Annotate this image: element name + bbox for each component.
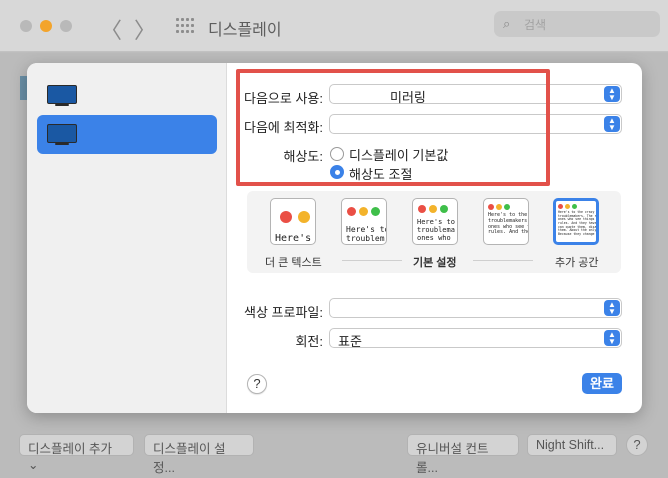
green-dot xyxy=(504,204,510,210)
red-dot xyxy=(347,207,356,216)
universal-control-button[interactable]: 유니버설 컨트롤... xyxy=(407,434,519,475)
popup-chevrons-icon: ▲ ▼ xyxy=(604,330,620,346)
scale-option-4[interactable]: Here's to the cr troublemakers. ones who… xyxy=(483,198,529,245)
scale-divider xyxy=(473,260,533,261)
help-button[interactable]: ? xyxy=(247,374,267,394)
rotation-label: 회전: xyxy=(295,334,323,349)
scale-preview-text: Here's xyxy=(275,233,312,244)
yellow-dot xyxy=(565,204,570,209)
forward-button[interactable]: 〉 xyxy=(134,13,156,45)
scale-label-more-space: 추가 공간 xyxy=(555,257,599,269)
scale-option-larger-text[interactable]: Here's xyxy=(270,198,316,245)
popup-chevrons-icon: ▲ ▼ xyxy=(604,300,620,316)
display-stand xyxy=(55,104,69,106)
scale-preview-text: Here's to the crazy ones troublemakers. … xyxy=(558,210,599,237)
done-button[interactable]: 완료 xyxy=(582,373,622,394)
window-title: 디스플레이 xyxy=(208,22,282,39)
back-button[interactable]: 〈 xyxy=(100,13,122,45)
scale-divider xyxy=(342,260,402,261)
add-display-button[interactable]: 디스플레이 추가 ⌄ xyxy=(19,434,134,472)
rotation-popup[interactable]: 표준 ▲ ▼ xyxy=(329,328,622,349)
display-stand xyxy=(55,143,69,145)
green-dot xyxy=(371,207,380,216)
close-button[interactable] xyxy=(20,20,32,32)
green-dot xyxy=(572,204,577,209)
yellow-dot xyxy=(298,211,310,223)
display-sidebar xyxy=(27,63,227,413)
show-all-grid-icon[interactable] xyxy=(176,18,194,34)
scale-option-2[interactable]: Here's to troublem xyxy=(341,198,387,245)
red-dot xyxy=(418,205,426,213)
scale-label-default: 기본 설정 xyxy=(413,257,457,269)
night-shift-button[interactable]: Night Shift... xyxy=(527,434,617,456)
green-dot xyxy=(440,205,448,213)
search-icon: ⌕ xyxy=(503,16,511,31)
yellow-dot xyxy=(429,205,437,213)
display-list-item-1[interactable] xyxy=(47,85,77,107)
scale-option-more-space-selected[interactable]: Here's to the crazy ones troublemakers. … xyxy=(553,198,599,245)
display-icon xyxy=(47,124,77,146)
minimize-button[interactable] xyxy=(40,20,52,32)
help-button-background[interactable]: ? xyxy=(626,434,648,456)
scale-preview-text: Here's to t troublema ones who xyxy=(417,218,455,243)
display-settings-sheet: 다음으로 사용: 미러링 ▲ ▼ 다음에 최적화: ▲ ▼ 해상도: 디스플레이 기… xyxy=(27,63,642,413)
display-list-item-2-selected[interactable] xyxy=(37,115,217,154)
scale-selector: Here's Here's to troublem Here's to t tr… xyxy=(247,191,621,273)
scale-preview-text: Here's to the cr troublemakers. ones who… xyxy=(488,212,529,236)
scale-preview-text: Here's to troublem xyxy=(346,225,386,244)
search-placeholder: 검색 xyxy=(524,18,547,32)
display-screen xyxy=(47,124,77,143)
highlight-annotation-box xyxy=(236,69,550,186)
window-titlebar: 〈 〉 디스플레이 ⌕ 검색 xyxy=(0,0,668,52)
red-dot xyxy=(558,204,563,209)
zoom-button[interactable] xyxy=(60,20,72,32)
rotation-value: 표준 xyxy=(338,334,362,349)
yellow-dot xyxy=(359,207,368,216)
popup-chevrons-icon: ▲ ▼ xyxy=(604,86,620,102)
red-dot xyxy=(280,211,292,223)
search-field[interactable]: ⌕ 검색 xyxy=(494,11,660,37)
display-icon xyxy=(47,85,77,104)
scale-label-larger-text: 더 큰 텍스트 xyxy=(265,257,322,269)
red-dot xyxy=(488,204,494,210)
yellow-dot xyxy=(496,204,502,210)
popup-chevrons-icon: ▲ ▼ xyxy=(604,116,620,132)
display-settings-button[interactable]: 디스플레이 설정... xyxy=(144,434,254,475)
color-profile-label: 색상 프로파일: xyxy=(244,305,323,320)
scale-option-default[interactable]: Here's to t troublema ones who xyxy=(412,198,458,245)
color-profile-popup[interactable]: ▲ ▼ xyxy=(329,298,622,318)
